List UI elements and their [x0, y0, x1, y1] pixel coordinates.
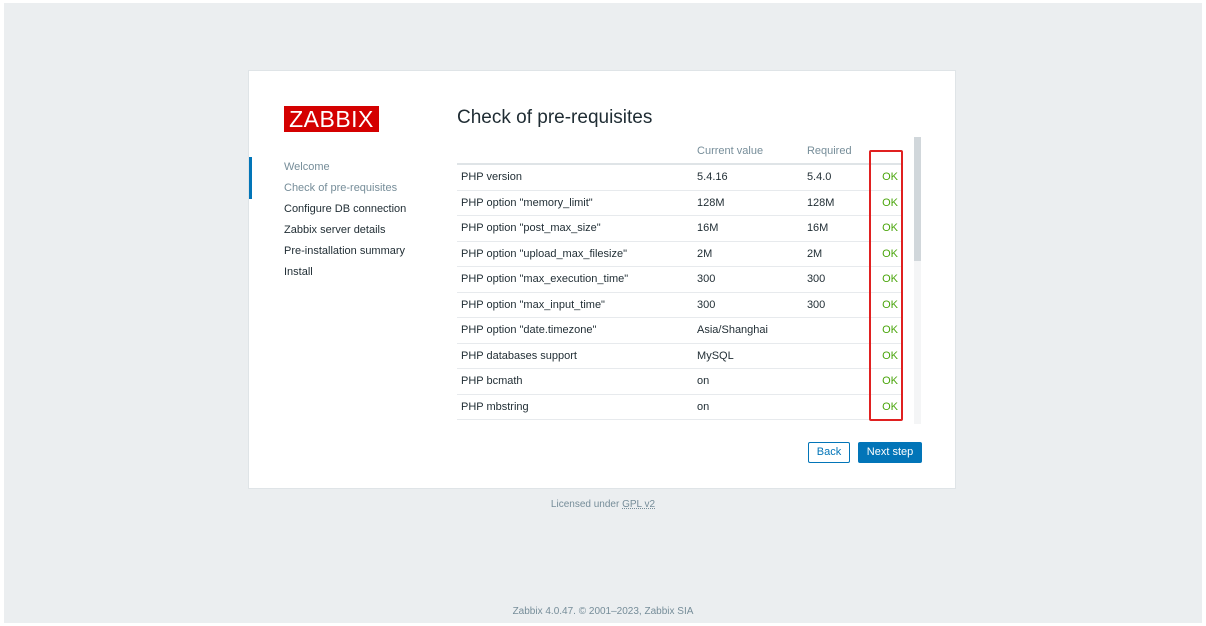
table-row: PHP option "max_input_time" 300 300 OK [457, 292, 902, 318]
row-name-cell: PHP version [457, 164, 694, 191]
row-status-cell: OK [870, 266, 902, 293]
nav-step-prerequisites[interactable]: Check of pre-requisites [249, 178, 439, 199]
table-row: PHP option "memory_limit" 128M 128M OK [457, 190, 902, 216]
copyright-footer: Zabbix 4.0.47. © 2001–2023, Zabbix SIA [512, 606, 694, 617]
row-required-cell: 300 [802, 292, 871, 318]
row-current-value-cell: MySQL [693, 343, 803, 369]
row-current-value-cell: 300 [693, 266, 803, 293]
row-required-cell: 16M [802, 215, 871, 242]
row-required-cell [802, 368, 871, 395]
nav-step-install[interactable]: Install [249, 262, 439, 283]
table-row: PHP option "upload_max_filesize" 2M 2M OK [457, 241, 902, 267]
header-current-value: Current value [693, 139, 803, 165]
row-status-cell: OK [870, 317, 902, 344]
row-required-cell [802, 317, 871, 344]
nav-step-summary[interactable]: Pre-installation summary [249, 241, 439, 262]
table-body: PHP version 5.4.16 5.4.0 OK PHP option "memo… [457, 164, 902, 420]
table-row: PHP option "post_max_size" 16M 16M OK [457, 215, 902, 242]
row-name-cell: PHP mbstring [457, 394, 694, 420]
header-status [870, 139, 902, 165]
table-row: PHP mbstring on OK [457, 394, 902, 420]
nav-step-server-details[interactable]: Zabbix server details [249, 220, 439, 241]
row-status-cell: OK [870, 215, 902, 242]
row-current-value-cell: 2M [693, 241, 803, 267]
row-current-value-cell: on [693, 368, 803, 395]
setup-panel: ZABBIX Welcome Check of pre-requisites C… [248, 70, 956, 489]
row-name-cell: PHP option "max_execution_time" [457, 266, 694, 293]
row-required-cell: 128M [802, 190, 871, 216]
row-required-cell: 300 [802, 266, 871, 293]
header-name [457, 139, 694, 165]
row-current-value-cell: 16M [693, 215, 803, 242]
table-header-row: Current value Required [457, 139, 902, 165]
row-current-value-cell: 5.4.16 [693, 164, 803, 191]
nav-step-welcome[interactable]: Welcome [249, 157, 439, 178]
prerequisites-table-container[interactable]: Current value Required PHP version 5.4.16… [457, 139, 902, 424]
row-name-cell: PHP bcmath [457, 368, 694, 395]
table-row: PHP option "date.timezone" Asia/Shanghai O… [457, 317, 902, 344]
row-status-cell: OK [870, 241, 902, 267]
setup-steps-nav: Welcome Check of pre-requisites Configur… [249, 157, 439, 283]
row-status-cell: OK [870, 190, 902, 216]
zabbix-logo: ZABBIX [284, 106, 379, 132]
table-row: PHP version 5.4.16 5.4.0 OK [457, 164, 902, 191]
table-row: PHP bcmath on OK [457, 368, 902, 395]
table-row: PHP option "max_execution_time" 300 300 OK [457, 266, 902, 293]
license-text: Licensed under GPL v2 [0, 499, 1206, 510]
row-status-cell: OK [870, 164, 902, 191]
back-button[interactable]: Back [808, 442, 850, 463]
row-status-cell: OK [870, 292, 902, 318]
row-required-cell [802, 343, 871, 369]
row-required-cell [802, 394, 871, 420]
row-name-cell: PHP databases support [457, 343, 694, 369]
row-current-value-cell: 300 [693, 292, 803, 318]
prerequisites-table: Current value Required PHP version 5.4.16… [457, 139, 902, 420]
nav-step-db-connection[interactable]: Configure DB connection [249, 199, 439, 220]
page-title: Check of pre-requisites [457, 107, 653, 128]
row-status-cell: OK [870, 343, 902, 369]
row-current-value-cell: on [693, 394, 803, 420]
row-current-value-cell: Asia/Shanghai [693, 317, 803, 344]
row-name-cell: PHP option "max_input_time" [457, 292, 694, 318]
row-name-cell: PHP option "memory_limit" [457, 190, 694, 216]
row-status-cell: OK [870, 394, 902, 420]
row-required-cell: 2M [802, 241, 871, 267]
row-current-value-cell: 128M [693, 190, 803, 216]
table-row: PHP databases support MySQL OK [457, 343, 902, 369]
header-required: Required [802, 139, 871, 165]
row-name-cell: PHP option "upload_max_filesize" [457, 241, 694, 267]
license-prefix: Licensed under [550, 499, 623, 510]
scrollbar-thumb[interactable] [914, 137, 921, 261]
next-step-button[interactable]: Next step [858, 442, 922, 463]
table-scrollbar[interactable] [914, 137, 921, 424]
row-name-cell: PHP option "date.timezone" [457, 317, 694, 344]
row-status-cell: OK [870, 368, 902, 395]
gpl-license-link[interactable]: GPL v2 [622, 499, 655, 510]
row-required-cell: 5.4.0 [802, 164, 871, 191]
row-name-cell: PHP option "post_max_size" [457, 215, 694, 242]
